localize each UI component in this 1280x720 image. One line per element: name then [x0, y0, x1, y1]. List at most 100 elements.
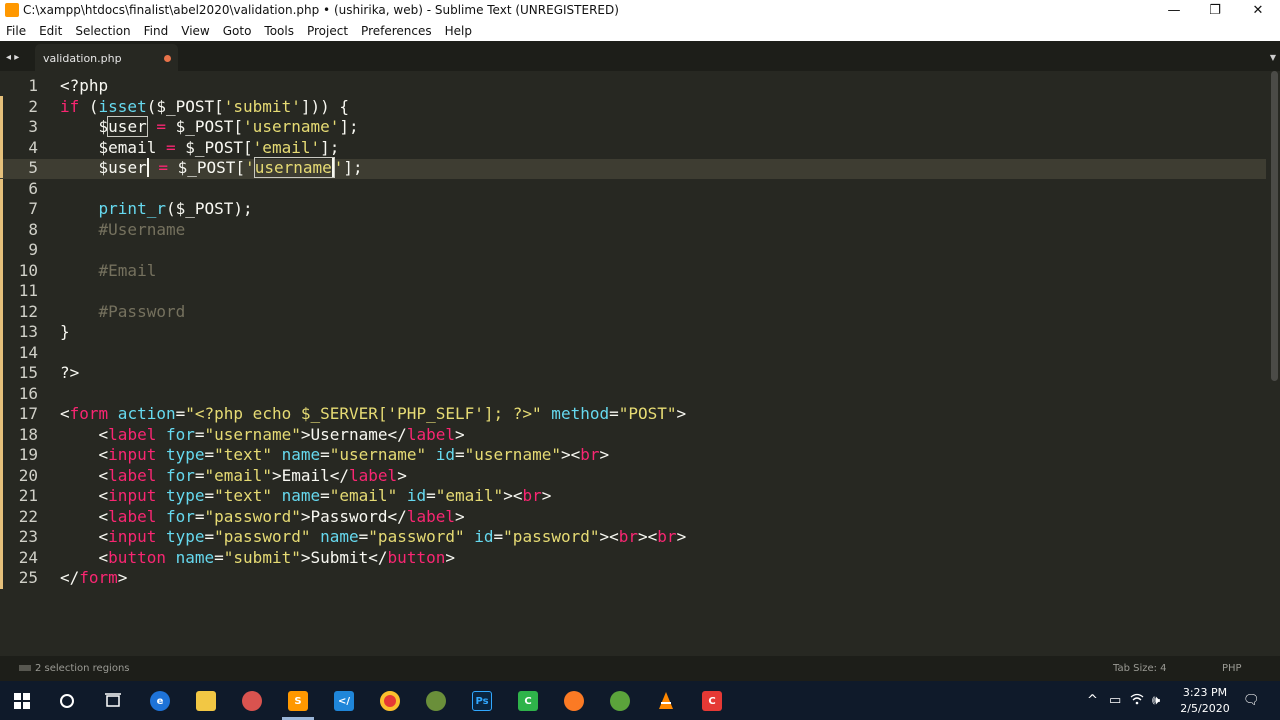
tab-nav-arrows-icon[interactable]: ◂ ▸	[6, 52, 19, 63]
code-line[interactable]: 24 <button name="submit">Submit</button>	[0, 548, 1266, 569]
code-line[interactable]: 19 <input type="text" name="username" id…	[0, 445, 1266, 466]
search-icon[interactable]	[51, 687, 83, 715]
code-line[interactable]: 11	[0, 281, 1266, 302]
maximize-button[interactable]: ❐	[1192, 0, 1238, 21]
code-text[interactable]: print_r($_POST);	[60, 199, 253, 220]
task-view-icon[interactable]	[97, 687, 129, 715]
code-line[interactable]: 7 print_r($_POST);	[0, 199, 1266, 220]
code-line[interactable]: 12 #Password	[0, 302, 1266, 323]
code-line[interactable]: 25 </form>	[0, 568, 1266, 589]
code-line[interactable]: 9	[0, 240, 1266, 261]
code-text[interactable]: ?>	[60, 363, 79, 384]
code-line[interactable]: 14	[0, 343, 1266, 364]
minimize-button[interactable]: —	[1151, 0, 1197, 21]
recorder-icon[interactable]: C	[696, 687, 728, 715]
code-line[interactable]: 3 $user = $_POST['username'];	[0, 116, 1266, 138]
syntax-status[interactable]: PHP	[1222, 663, 1242, 674]
code-token: label	[108, 424, 157, 444]
chrome-icon[interactable]	[374, 687, 406, 715]
code-text[interactable]: #Username	[60, 220, 186, 241]
code-view[interactable]: 1 <?php 2 if (isset($_POST['submit'])) {3 $…	[0, 76, 1266, 589]
sublime-text-icon[interactable]: S	[282, 687, 314, 715]
gimp-icon[interactable]	[420, 687, 452, 715]
code-text[interactable]: <input type="text" name="username" id="u…	[60, 445, 610, 466]
line-number: 17	[18, 404, 38, 423]
menu-preferences[interactable]: Preferences	[361, 24, 432, 38]
code-line[interactable]: 13}	[0, 322, 1266, 343]
code-line[interactable]: 16	[0, 384, 1266, 405]
code-token: =	[175, 404, 186, 423]
console-toggle-icon[interactable]	[19, 665, 31, 671]
line-number: 2	[28, 96, 38, 116]
code-text[interactable]: <button name="submit">Submit</button>	[60, 548, 455, 569]
notifications-icon[interactable]: 🗨	[1243, 693, 1260, 708]
tray-overflow-icon[interactable]: ^	[1087, 693, 1098, 708]
edge-icon[interactable]: e	[144, 687, 176, 715]
code-text[interactable]: <label for="email">Email</label>	[60, 466, 407, 487]
menu-project[interactable]: Project	[307, 24, 348, 38]
file-explorer-icon[interactable]	[190, 687, 222, 715]
menu-find[interactable]: Find	[144, 24, 169, 38]
vlc-icon[interactable]	[650, 687, 682, 715]
tab-size-status[interactable]: Tab Size: 4	[1113, 663, 1167, 674]
tab-validation-php[interactable]: validation.php	[35, 44, 178, 71]
code-line[interactable]: 5 $user = $_POST['username '];	[0, 157, 1266, 179]
menu-selection[interactable]: Selection	[75, 24, 130, 38]
line-number: 5	[28, 158, 38, 177]
code-line[interactable]: 21 <input type="text" name="email" id="e…	[0, 486, 1266, 507]
code-text[interactable]: <label for="password">Password</label>	[60, 507, 465, 528]
code-text[interactable]: }	[60, 322, 70, 343]
unsaved-dot-icon[interactable]	[164, 55, 171, 62]
volume-icon[interactable]: 🕪	[1152, 693, 1160, 708]
menu-tools[interactable]: Tools	[264, 24, 294, 38]
tab-menu-icon[interactable]: ▼	[1270, 53, 1276, 62]
code-line[interactable]: 6	[0, 179, 1266, 200]
snipping-tool-icon[interactable]	[236, 687, 268, 715]
code-line[interactable]: 1 <?php	[0, 76, 1266, 97]
code-token: >	[541, 486, 552, 505]
menu-goto[interactable]: Goto	[223, 24, 252, 38]
code-text[interactable]: <input type="password" name="password" i…	[60, 527, 687, 548]
greenshot-icon[interactable]	[604, 687, 636, 715]
network-icon[interactable]	[1130, 693, 1144, 709]
code-line[interactable]: 8 #Username	[0, 220, 1266, 241]
code-text[interactable]: #Password	[60, 302, 186, 323]
editor-area[interactable]: 1 <?php 2 if (isset($_POST['submit'])) {3 $…	[0, 71, 1280, 656]
menu-file[interactable]: File	[6, 24, 26, 38]
code-text[interactable]: <label for="username">Username</label>	[60, 425, 465, 446]
code-line[interactable]: 23 <input type="password" name="password…	[0, 527, 1266, 548]
code-text[interactable]: </form>	[60, 568, 127, 589]
code-text[interactable]: if (isset($_POST['submit'])) {	[60, 97, 349, 118]
code-text[interactable]: <form action="<?php echo $_SERVER['PHP_S…	[60, 404, 686, 425]
scrollbar[interactable]	[1271, 71, 1278, 381]
close-button[interactable]: ✕	[1235, 0, 1280, 21]
code-text[interactable]: $user = $_POST['username'];	[60, 157, 363, 179]
code-line[interactable]: 4 $email = $_POST['email'];	[0, 138, 1266, 159]
photoshop-icon[interactable]: Ps	[466, 687, 498, 715]
code-line[interactable]: 22 <label for="password">Password</label…	[0, 507, 1266, 528]
code-text[interactable]: $email = $_POST['email'];	[60, 138, 340, 159]
camtasia-icon[interactable]: C	[512, 687, 544, 715]
code-text[interactable]: <input type="text" name="email" id="emai…	[60, 486, 552, 507]
menu-edit[interactable]: Edit	[39, 24, 62, 38]
battery-icon[interactable]: ▭	[1109, 693, 1121, 708]
code-text[interactable]: <?php	[60, 76, 108, 97]
code-line[interactable]: 17 <form action="<?php echo $_SERVER['PHP…	[0, 404, 1266, 425]
code-token: input	[108, 486, 157, 505]
code-line[interactable]: 10 #Email	[0, 261, 1266, 282]
code-line[interactable]: 15 ?>	[0, 363, 1266, 384]
menu-view[interactable]: View	[181, 24, 209, 38]
code-token: "username"	[204, 424, 301, 444]
code-token: =	[214, 547, 224, 567]
menu-help[interactable]: Help	[445, 24, 472, 38]
code-token: $_POST[	[167, 158, 246, 177]
windows-start-icon[interactable]	[6, 687, 38, 715]
xampp-icon[interactable]	[558, 687, 590, 715]
code-text[interactable]: #Email	[60, 261, 157, 282]
clock[interactable]: 3:23 PM 2/5/2020	[1174, 685, 1236, 717]
code-line[interactable]: 2 if (isset($_POST['submit'])) {	[0, 97, 1266, 118]
code-line[interactable]: 20 <label for="email">Email</label>	[0, 466, 1266, 487]
code-text[interactable]: $user = $_POST['username'];	[60, 116, 359, 138]
code-line[interactable]: 18 <label for="username">Username</label…	[0, 425, 1266, 446]
vscode-icon[interactable]: </	[328, 687, 360, 715]
